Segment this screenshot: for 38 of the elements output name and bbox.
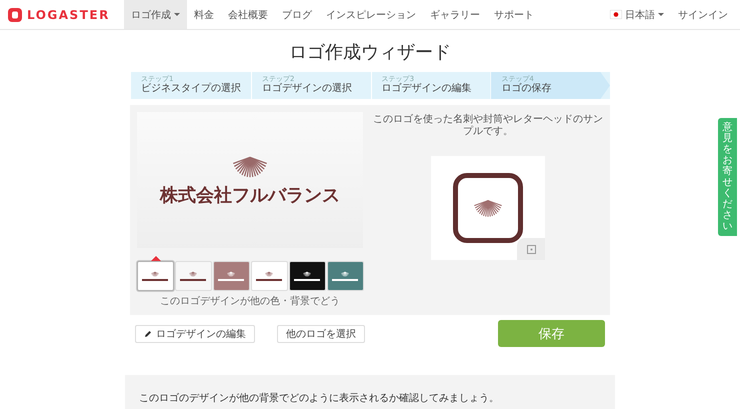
logo-variant-thumbnail[interactable]	[212, 261, 250, 291]
sample-caption: このロゴを使った名刺や封筒やレターヘッドのサンプルです。	[373, 114, 603, 138]
nav-item[interactable]: インスピレーション	[318, 0, 423, 29]
language-selector[interactable]: 日本語	[603, 0, 671, 29]
selected-pointer-icon	[150, 256, 160, 261]
sunburst-icon	[150, 271, 160, 277]
step-label: ロゴデザインの編集	[382, 83, 473, 95]
logo-icon	[8, 8, 22, 22]
step-label: ロゴデザインの選択	[262, 83, 353, 95]
brand-name: LOGASTER	[27, 8, 110, 22]
sunburst-icon	[226, 271, 236, 277]
sunburst-icon	[340, 271, 350, 277]
edit-design-button[interactable]: ロゴデザインの編集	[135, 324, 255, 342]
logo-variant-thumbnail[interactable]	[326, 261, 364, 291]
logo-variant-thumbnail[interactable]	[250, 261, 288, 291]
flag-icon	[610, 10, 622, 19]
signin-link[interactable]: サインイン	[671, 0, 740, 29]
nav-item[interactable]: ロゴ作成	[124, 0, 187, 29]
logo-variant-thumbnail[interactable]	[288, 261, 326, 291]
sunburst-icon	[264, 271, 274, 277]
choose-other-button[interactable]: 他のロゴを選択	[277, 324, 365, 342]
sunburst-icon	[302, 271, 312, 277]
step-label: ビジネスタイプの選択	[141, 83, 241, 95]
company-name: 株式会社フルバランス	[160, 184, 340, 208]
logo-variant-thumbnail[interactable]	[174, 261, 212, 291]
nav-item[interactable]: ギャラリー	[422, 0, 487, 29]
nav-item[interactable]: 会社概要	[220, 0, 275, 29]
nav-item[interactable]: サポート	[486, 0, 541, 29]
step-label: ロゴの保存	[501, 83, 552, 95]
pencil-icon	[144, 330, 152, 338]
variants-caption: このロゴデザインが他の色・背景でどう	[160, 294, 340, 308]
nav-item[interactable]: 料金	[186, 0, 221, 29]
page-title: ロゴ作成ウィザード	[289, 41, 451, 64]
note-text: このロゴのデザインが他の背景でどのように表示されるか確認してみましょう。	[139, 392, 500, 405]
nav-item[interactable]: ブログ	[274, 0, 319, 29]
caret-icon	[658, 13, 664, 16]
square-icon	[526, 244, 536, 254]
sunburst-icon	[188, 271, 198, 277]
